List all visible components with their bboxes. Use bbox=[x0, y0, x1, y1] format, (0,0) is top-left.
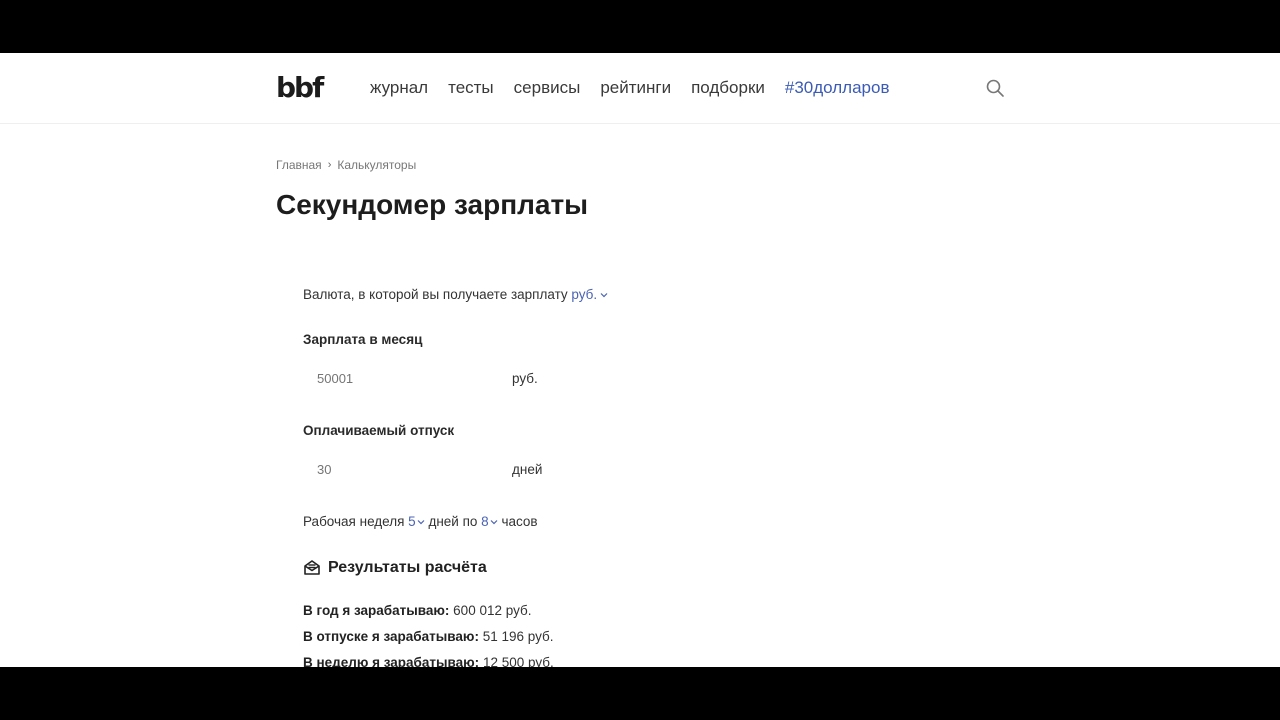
result-year-label: В год я зарабатываю: bbox=[303, 603, 450, 618]
currency-row: Валюта, в которой вы получаете зарплату … bbox=[303, 287, 608, 302]
salary-label: Зарплата в месяц bbox=[303, 332, 423, 347]
workweek-mid: дней по bbox=[428, 514, 478, 529]
nav-journal[interactable]: журнал bbox=[370, 77, 428, 99]
letterbox-top bbox=[0, 0, 1280, 53]
nav-collections[interactable]: подборки bbox=[691, 77, 765, 99]
main-nav: журнал тесты сервисы рейтинги подборки #… bbox=[370, 77, 890, 99]
vacation-unit: дней bbox=[512, 462, 543, 477]
result-year: В год я зарабатываю: 600 012 руб. bbox=[303, 603, 531, 618]
workweek-suffix: часов bbox=[501, 514, 538, 529]
salary-input[interactable] bbox=[303, 361, 503, 395]
chevron-down-icon bbox=[417, 520, 425, 525]
nav-tests[interactable]: тесты bbox=[448, 77, 494, 99]
workweek-days-select[interactable]: 5 bbox=[408, 514, 425, 529]
result-week-label: В неделю я зарабатываю: bbox=[303, 655, 480, 667]
page: bbf журнал тесты сервисы рейтинги подбор… bbox=[0, 53, 1280, 667]
result-year-value: 600 012 руб. bbox=[453, 603, 532, 618]
result-vacation-value: 51 196 руб. bbox=[482, 629, 554, 644]
chevron-down-icon bbox=[490, 520, 498, 525]
workweek-hours-value: 8 bbox=[481, 514, 489, 529]
breadcrumb: Главная › Калькуляторы bbox=[276, 158, 416, 172]
workweek-row: Рабочая неделя 5 дней по 8 часов bbox=[303, 514, 538, 529]
breadcrumb-calculators[interactable]: Калькуляторы bbox=[337, 158, 416, 172]
nav-ratings[interactable]: рейтинги bbox=[600, 77, 671, 99]
result-week-value: 12 500 руб. bbox=[482, 655, 554, 667]
results-heading: Результаты расчёта bbox=[303, 559, 487, 577]
site-logo[interactable]: bbf bbox=[276, 73, 324, 103]
currency-value: руб. bbox=[571, 287, 598, 302]
workweek-days-value: 5 bbox=[408, 514, 416, 529]
currency-label: Валюта, в которой вы получаете зарплату bbox=[303, 287, 568, 302]
vacation-label: Оплачиваемый отпуск bbox=[303, 423, 455, 438]
workweek-hours-select[interactable]: 8 bbox=[481, 514, 498, 529]
letterbox-bottom bbox=[0, 667, 1280, 720]
site-header: bbf журнал тесты сервисы рейтинги подбор… bbox=[0, 53, 1280, 124]
breadcrumb-home[interactable]: Главная bbox=[276, 158, 322, 172]
salary-unit: руб. bbox=[512, 371, 538, 386]
currency-select[interactable]: руб. bbox=[571, 287, 608, 302]
results-title: Результаты расчёта bbox=[328, 559, 487, 576]
nav-services[interactable]: сервисы bbox=[514, 77, 581, 99]
search-icon[interactable] bbox=[985, 78, 1005, 98]
nav-30dollars[interactable]: #30долларов bbox=[785, 77, 890, 99]
vacation-input[interactable] bbox=[303, 452, 503, 486]
result-vacation: В отпуске я зарабатываю: 51 196 руб. bbox=[303, 629, 554, 644]
workweek-prefix: Рабочая неделя bbox=[303, 514, 405, 529]
envelope-icon bbox=[304, 560, 320, 575]
chevron-down-icon bbox=[600, 293, 608, 298]
page-title: Секундомер зарплаты bbox=[276, 189, 589, 220]
result-vacation-label: В отпуске я зарабатываю: bbox=[303, 629, 479, 644]
result-week: В неделю я зарабатываю: 12 500 руб. bbox=[303, 655, 554, 667]
breadcrumb-separator-icon: › bbox=[327, 159, 332, 171]
